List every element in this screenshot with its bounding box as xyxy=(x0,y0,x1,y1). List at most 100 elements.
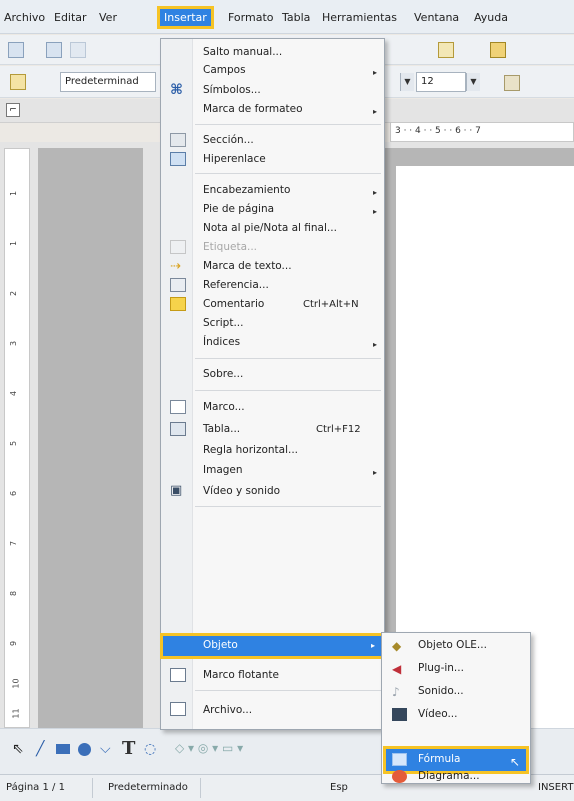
video-sound-icon: ▣ xyxy=(170,483,183,498)
menu-item-marco[interactable]: Marco... xyxy=(203,401,245,413)
mouse-cursor-icon: ↖ xyxy=(510,755,521,769)
paragraph-style-combo[interactable]: Predeterminad xyxy=(60,72,156,92)
menu-item-nota-pie[interactable]: Nota al pie/Nota al final... xyxy=(203,222,337,234)
menu-insertar[interactable]: Insertar xyxy=(157,6,214,29)
submenu-item-sonido[interactable]: Sonido... xyxy=(418,685,464,697)
menu-item-imagen[interactable]: Imagen xyxy=(203,464,243,476)
menu-item-encabezamiento[interactable]: Encabezamiento xyxy=(203,184,290,196)
insert-mode-status[interactable]: INSERT xyxy=(538,782,573,793)
ole-object-icon: ◆ xyxy=(392,639,402,653)
paragraph-style-value: Predeterminad xyxy=(65,76,139,87)
vruler-mark: 2 xyxy=(9,290,19,297)
menu-item-marco-flotante[interactable]: Marco flotante xyxy=(203,669,279,681)
font-size-dropdown[interactable]: ▼ xyxy=(466,73,480,91)
vruler-mark: 1 xyxy=(9,190,19,197)
document-background-left xyxy=(38,148,143,728)
comment-shortcut: Ctrl+Alt+N xyxy=(303,299,359,310)
menu-item-objeto[interactable]: Objeto ▸ xyxy=(160,633,386,659)
menu-separator xyxy=(195,690,381,691)
callout-icon[interactable]: ◌ xyxy=(144,741,156,757)
floating-frame-icon xyxy=(170,668,186,682)
ellipse-icon[interactable] xyxy=(78,743,91,756)
menu-herramientas[interactable]: Herramientas xyxy=(322,11,397,24)
page-style-status: Predeterminado xyxy=(108,782,188,793)
menu-item-marca-formateo[interactable]: Marca de formateo xyxy=(203,103,303,115)
menu-item-script[interactable]: Script... xyxy=(203,317,243,329)
horizontal-ruler[interactable]: 3 · · 4 · · 5 · · 6 · · 7 xyxy=(390,122,574,142)
menu-item-pie-pagina[interactable]: Pie de página xyxy=(203,203,274,215)
chevron-right-icon: ▸ xyxy=(371,641,376,650)
vruler-mark: 8 xyxy=(9,590,19,597)
comment-icon xyxy=(170,297,186,311)
select-icon[interactable]: ⇖ xyxy=(12,741,24,757)
font-size-combo[interactable]: 12 xyxy=(416,72,466,92)
menu-separator xyxy=(195,390,381,391)
submenu-item-formula[interactable]: Fórmula ↖ xyxy=(383,746,529,774)
chevron-right-icon: ▸ xyxy=(373,188,378,197)
language-status: Esp xyxy=(330,782,348,793)
menu-item-archivo[interactable]: Archivo... xyxy=(203,704,252,716)
sound-icon: ♪ xyxy=(392,685,400,699)
menu-bar: Archivo Editar Ver Insertar Formato Tabl… xyxy=(0,0,574,34)
chevron-right-icon: ▸ xyxy=(373,107,378,116)
menu-item-regla-horizontal[interactable]: Regla horizontal... xyxy=(203,444,298,456)
formula-icon xyxy=(392,753,407,766)
menu-ver[interactable]: Ver xyxy=(99,11,117,24)
section-icon xyxy=(170,133,186,147)
save-icon[interactable] xyxy=(70,42,86,58)
menu-separator xyxy=(195,173,381,174)
page-status: Página 1 / 1 xyxy=(6,782,65,793)
vruler-mark: 7 xyxy=(9,540,19,547)
new-document-icon[interactable] xyxy=(8,42,24,58)
styles-icon[interactable] xyxy=(10,74,26,90)
font-color-icon[interactable] xyxy=(504,75,520,91)
menu-item-referencia[interactable]: Referencia... xyxy=(203,279,269,291)
table-icon xyxy=(170,422,186,436)
submenu-item-formula-label: Fórmula xyxy=(418,753,461,765)
menu-item-salto-manual[interactable]: Salto manual... xyxy=(203,46,282,58)
menu-item-comentario[interactable]: Comentario xyxy=(203,298,264,310)
text-icon[interactable]: T xyxy=(122,738,135,759)
menu-item-sobre[interactable]: Sobre... xyxy=(203,368,243,380)
menu-item-hiperenlace[interactable]: Hiperenlace xyxy=(203,153,266,165)
vruler-mark: 9 xyxy=(9,640,19,647)
navigator-icon[interactable] xyxy=(438,42,454,58)
chevron-right-icon: ▸ xyxy=(373,468,378,477)
file-icon xyxy=(170,702,186,716)
menu-archivo[interactable]: Archivo xyxy=(4,11,45,24)
menu-item-marca-texto[interactable]: Marca de texto... xyxy=(203,260,292,272)
submenu-item-plugin[interactable]: Plug-in... xyxy=(418,662,464,674)
rectangle-icon[interactable] xyxy=(56,744,70,754)
templates-icon[interactable] xyxy=(46,42,62,58)
vertical-ruler[interactable]: 1 1 2 3 4 5 6 7 8 9 10 11 xyxy=(4,148,30,728)
bookmark-icon: ⇢ xyxy=(170,259,181,274)
menu-item-tabla[interactable]: Tabla... xyxy=(203,423,240,435)
menu-item-simbolos[interactable]: Símbolos... xyxy=(203,84,261,96)
insert-menu: Salto manual... Campos ▸ ⌘ Símbolos... M… xyxy=(160,38,386,730)
tab-stop-icon[interactable]: ⌐ xyxy=(6,103,20,117)
submenu-item-objeto-ole[interactable]: Objeto OLE... xyxy=(418,639,487,651)
menu-item-indices[interactable]: Índices xyxy=(203,336,240,348)
submenu-item-video[interactable]: Vídeo... xyxy=(418,708,457,720)
menu-item-seccion[interactable]: Sección... xyxy=(203,134,254,146)
object-submenu: ◆ Objeto OLE... ◀ Plug-in... ♪ Sonido...… xyxy=(381,632,531,784)
vruler-mark: 6 xyxy=(9,490,19,497)
table-shortcut: Ctrl+F12 xyxy=(316,424,361,435)
vruler-mark: 10 xyxy=(11,678,21,689)
menu-ventana[interactable]: Ventana xyxy=(414,11,459,24)
chevron-right-icon: ▸ xyxy=(373,207,378,216)
menu-item-video-sonido[interactable]: Vídeo y sonido xyxy=(203,485,280,497)
font-size-value: 12 xyxy=(421,76,434,87)
print-icon[interactable] xyxy=(490,42,506,58)
menu-tabla[interactable]: Tabla xyxy=(282,11,310,24)
menu-formato[interactable]: Formato xyxy=(228,11,274,24)
basic-shapes-icon[interactable]: ◇ ▾ ◎ ▾ ▭ ▾ xyxy=(175,741,243,755)
submenu-item-diagrama[interactable]: Diagrama... xyxy=(418,770,480,782)
line-icon[interactable]: ╱ xyxy=(36,741,44,757)
menu-editar[interactable]: Editar xyxy=(54,11,87,24)
menu-ayuda[interactable]: Ayuda xyxy=(474,11,508,24)
menu-item-campos[interactable]: Campos xyxy=(203,64,246,76)
curve-icon[interactable]: ⌵ xyxy=(100,741,111,757)
font-name-dropdown[interactable]: ▼ xyxy=(400,73,414,91)
symbols-icon: ⌘ xyxy=(170,82,183,98)
